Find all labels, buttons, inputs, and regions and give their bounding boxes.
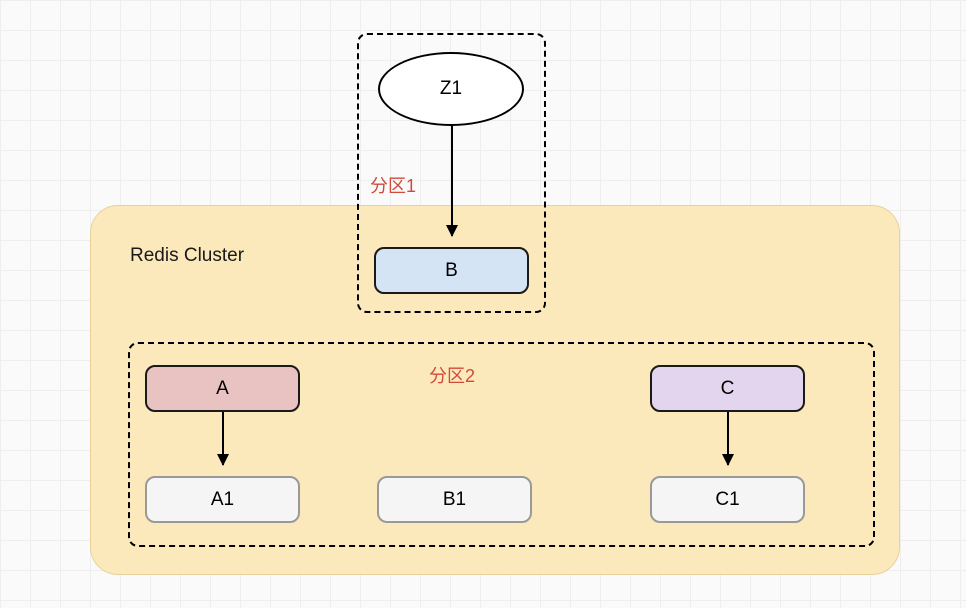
- node-z1: Z1: [378, 52, 524, 126]
- arrow-c-to-c1: [727, 412, 729, 465]
- node-z1-label: Z1: [440, 78, 462, 100]
- node-b1-label: B1: [443, 489, 466, 511]
- partition-1-label: 分区1: [370, 172, 416, 198]
- partition-2-label: 分区2: [429, 362, 475, 388]
- redis-cluster-label: Redis Cluster: [130, 245, 244, 267]
- arrow-a-to-a1: [222, 412, 224, 465]
- arrow-z1-to-b: [451, 126, 453, 236]
- node-a-label: A: [216, 378, 229, 400]
- node-a1-label: A1: [211, 489, 234, 511]
- node-c-label: C: [721, 378, 735, 400]
- node-c1-label: C1: [715, 489, 739, 511]
- node-a: A: [145, 365, 300, 412]
- node-b: B: [374, 247, 529, 294]
- node-c: C: [650, 365, 805, 412]
- node-c1: C1: [650, 476, 805, 523]
- node-b1: B1: [377, 476, 532, 523]
- node-b-label: B: [445, 260, 458, 282]
- node-a1: A1: [145, 476, 300, 523]
